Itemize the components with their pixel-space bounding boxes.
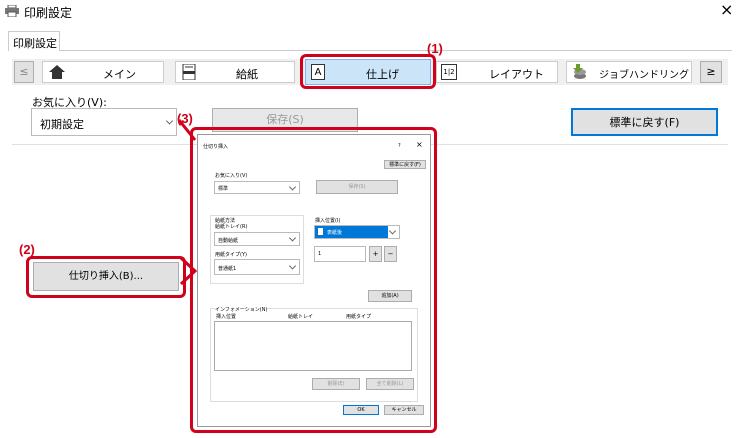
dialog-title: 仕切り挿入 (203, 144, 229, 150)
col-paper-type: 用紙タイプ (346, 314, 372, 320)
page-number-value: 1 (318, 251, 322, 257)
tray-label: 給紙トレイ(R) (215, 224, 248, 230)
increment-button[interactable]: + (369, 246, 382, 262)
dialog-favorites-value: 標準 (218, 186, 229, 192)
cancel-button[interactable]: キャンセル (384, 405, 424, 415)
tab-job-handling[interactable]: ジョブハンドリング (566, 61, 692, 83)
tab-layout-label: レイアウト (489, 68, 544, 81)
job-handling-icon (573, 64, 587, 80)
add-button[interactable]: 追加(A) (368, 290, 412, 302)
tab-main-label: メイン (103, 68, 136, 81)
decrement-button[interactable]: − (384, 246, 397, 262)
favorites-value: 初期設定 (40, 118, 84, 131)
help-icon[interactable]: ? (398, 143, 401, 149)
insert-position-dropdown[interactable]: 表紙後 (314, 225, 400, 239)
page-number-input[interactable]: 1 (314, 246, 366, 262)
tray-value: 自動給紙 (218, 238, 239, 244)
chevron-down-icon (288, 262, 297, 270)
paper-type-label: 用紙タイプ(Y) (215, 252, 247, 258)
tab-paper-label: 給紙 (236, 68, 258, 81)
window-icon (5, 4, 19, 18)
tab-paper[interactable]: 給紙 (175, 61, 295, 83)
dialog-reset-button[interactable]: 標準に戻す(F) (384, 160, 426, 169)
dialog-favorites-dropdown[interactable]: 標準 (214, 181, 300, 194)
paper-tray-icon (182, 63, 196, 81)
tab-job-handling-label: ジョブハンドリング (599, 70, 689, 81)
ok-button[interactable]: OK (343, 405, 379, 415)
info-label: インフォメーション(N) (215, 306, 268, 313)
delete-button[interactable]: 削除(E) (312, 378, 360, 390)
reset-defaults-button[interactable]: 標準に戻す(F) (571, 108, 718, 136)
close-icon[interactable]: × (720, 0, 733, 19)
nav-prev-button[interactable]: ≤ (14, 61, 34, 83)
chevron-down-icon (165, 117, 174, 125)
tab-label: 印刷設定 (13, 37, 57, 50)
chevron-down-icon (288, 234, 297, 242)
nav-next-button[interactable]: ≥ (700, 61, 722, 83)
tray-dropdown[interactable]: 自動給紙 (214, 232, 300, 246)
dialog-save-button[interactable]: 保存(S) (316, 180, 398, 194)
col-insert-position: 挿入位置 (216, 314, 237, 320)
tab-main[interactable]: メイン (42, 61, 164, 83)
insert-position-selected (315, 226, 388, 238)
tab-layout[interactable]: 1|2 レイアウト (436, 61, 558, 83)
paper-type-dropdown[interactable]: 普通紙1 (214, 259, 300, 275)
insert-position-label: 挿入位置(I) (315, 218, 341, 224)
dialog-favorites-label: お気に入り(V) (215, 173, 248, 179)
insert-position-value: 表紙後 (327, 230, 343, 236)
home-icon (49, 65, 65, 79)
info-list[interactable] (214, 321, 412, 371)
insert-separator-button[interactable]: 仕切り挿入(B)... (33, 262, 179, 291)
chevron-down-icon (288, 182, 297, 191)
paper-type-value: 普通紙1 (218, 266, 237, 272)
layout-icon: 1|2 (441, 64, 457, 80)
dialog-close-icon[interactable]: × (416, 140, 423, 149)
chevron-down-icon (388, 227, 397, 235)
favorites-dropdown[interactable]: 初期設定 (31, 108, 177, 136)
highlight-finishing-tab (300, 54, 436, 89)
window-title: 印刷設定 (24, 6, 73, 20)
insert-separator-dialog: 仕切り挿入 ? × 標準に戻す(F) お気に入り(V) 標準 保存(S) 給紙方… (197, 134, 431, 427)
col-tray: 給紙トレイ (288, 314, 314, 320)
page-icon (318, 228, 323, 235)
delete-all-button[interactable]: 全て削除(L) (366, 378, 414, 390)
tab-print-settings[interactable]: 印刷設定 (8, 31, 60, 51)
callout-2: (2) (19, 242, 35, 257)
